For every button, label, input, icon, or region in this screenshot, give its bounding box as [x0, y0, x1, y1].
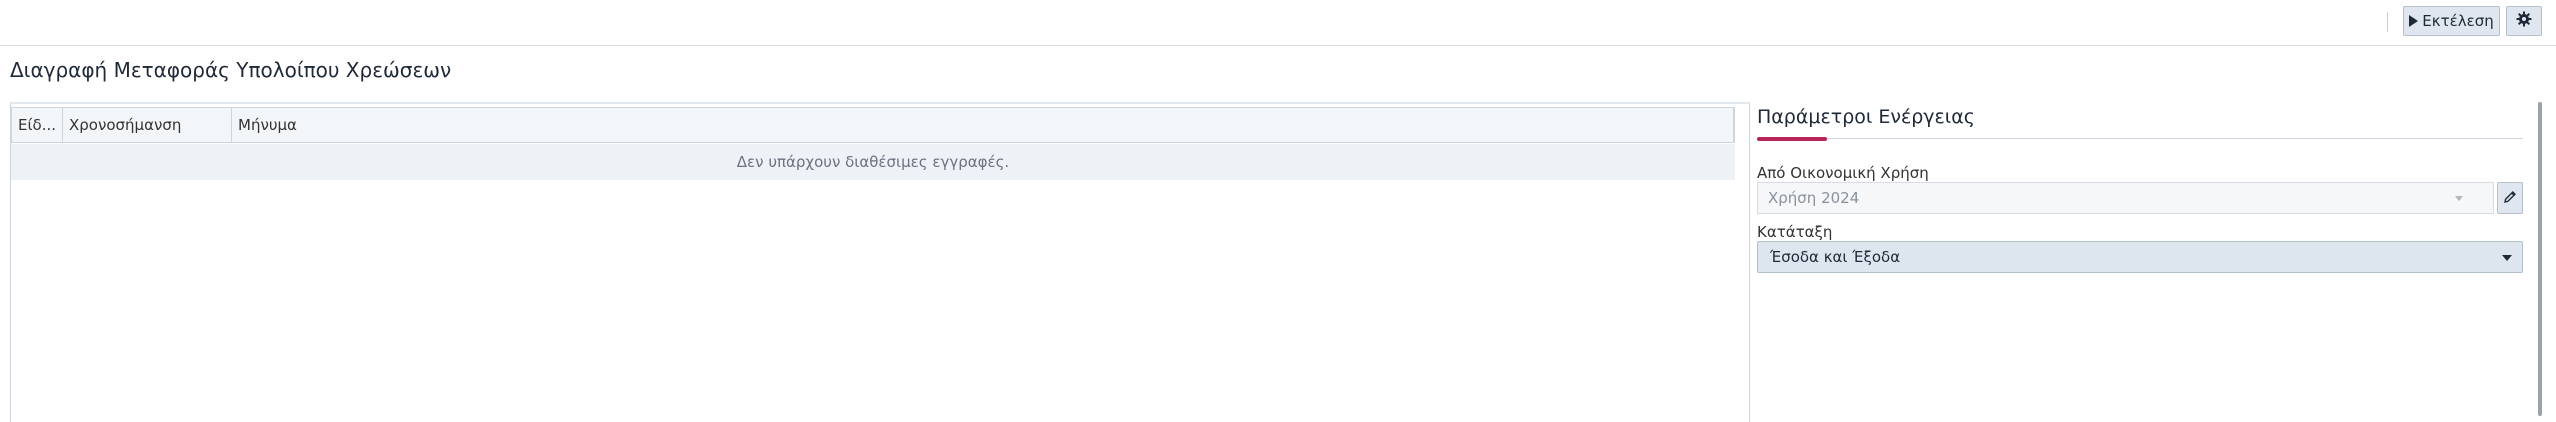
settings-button[interactable] — [2506, 6, 2542, 36]
params-accent-bar — [1757, 137, 1827, 141]
gear-icon — [2516, 11, 2532, 31]
grid-header: Είδ... Χρονοσήμανση Μήνυμα — [11, 107, 1735, 143]
edit-fiscal-year-button[interactable] — [2497, 182, 2523, 214]
grid-empty-message: Δεν υπάρχουν διαθέσιμες εγγραφές. — [11, 144, 1735, 180]
play-icon — [2409, 15, 2419, 27]
column-header-timestamp[interactable]: Χρονοσήμανση — [63, 108, 232, 142]
chevron-down-icon — [2502, 255, 2512, 261]
toolbar-divider — [2387, 12, 2388, 32]
chevron-down-icon — [2455, 196, 2463, 201]
run-button[interactable]: Εκτέλεση — [2403, 6, 2500, 36]
log-grid: Είδ... Χρονοσήμανση Μήνυμα Δεν υπάρχουν … — [10, 102, 1750, 422]
page-title: Διαγραφή Μεταφοράς Υπολοίπου Χρεώσεων — [10, 58, 452, 82]
params-title: Παράμετροι Ενέργειας — [1757, 106, 1975, 128]
top-toolbar: Εκτέλεση — [0, 0, 2556, 46]
classification-select[interactable]: Έσοδα και Έξοδα — [1757, 241, 2523, 273]
pencil-icon — [2503, 189, 2517, 208]
column-header-message[interactable]: Μήνυμα — [232, 108, 1734, 142]
fiscal-year-label: Από Οικονομική Χρήση — [1757, 164, 1929, 182]
action-parameters-panel: Παράμετροι Ενέργειας Από Οικονομική Χρήσ… — [1757, 100, 2523, 420]
params-divider — [1757, 138, 2523, 139]
classification-label: Κατάταξη — [1757, 223, 1833, 241]
run-button-label: Εκτέλεση — [2422, 12, 2494, 30]
fiscal-year-select: Χρήση 2024 — [1757, 182, 2494, 214]
classification-value: Έσοδα και Έξοδα — [1770, 248, 1901, 266]
column-header-type[interactable]: Είδ... — [12, 108, 63, 142]
fiscal-year-value: Χρήση 2024 — [1768, 189, 1860, 207]
vertical-scrollbar[interactable] — [2538, 102, 2542, 416]
